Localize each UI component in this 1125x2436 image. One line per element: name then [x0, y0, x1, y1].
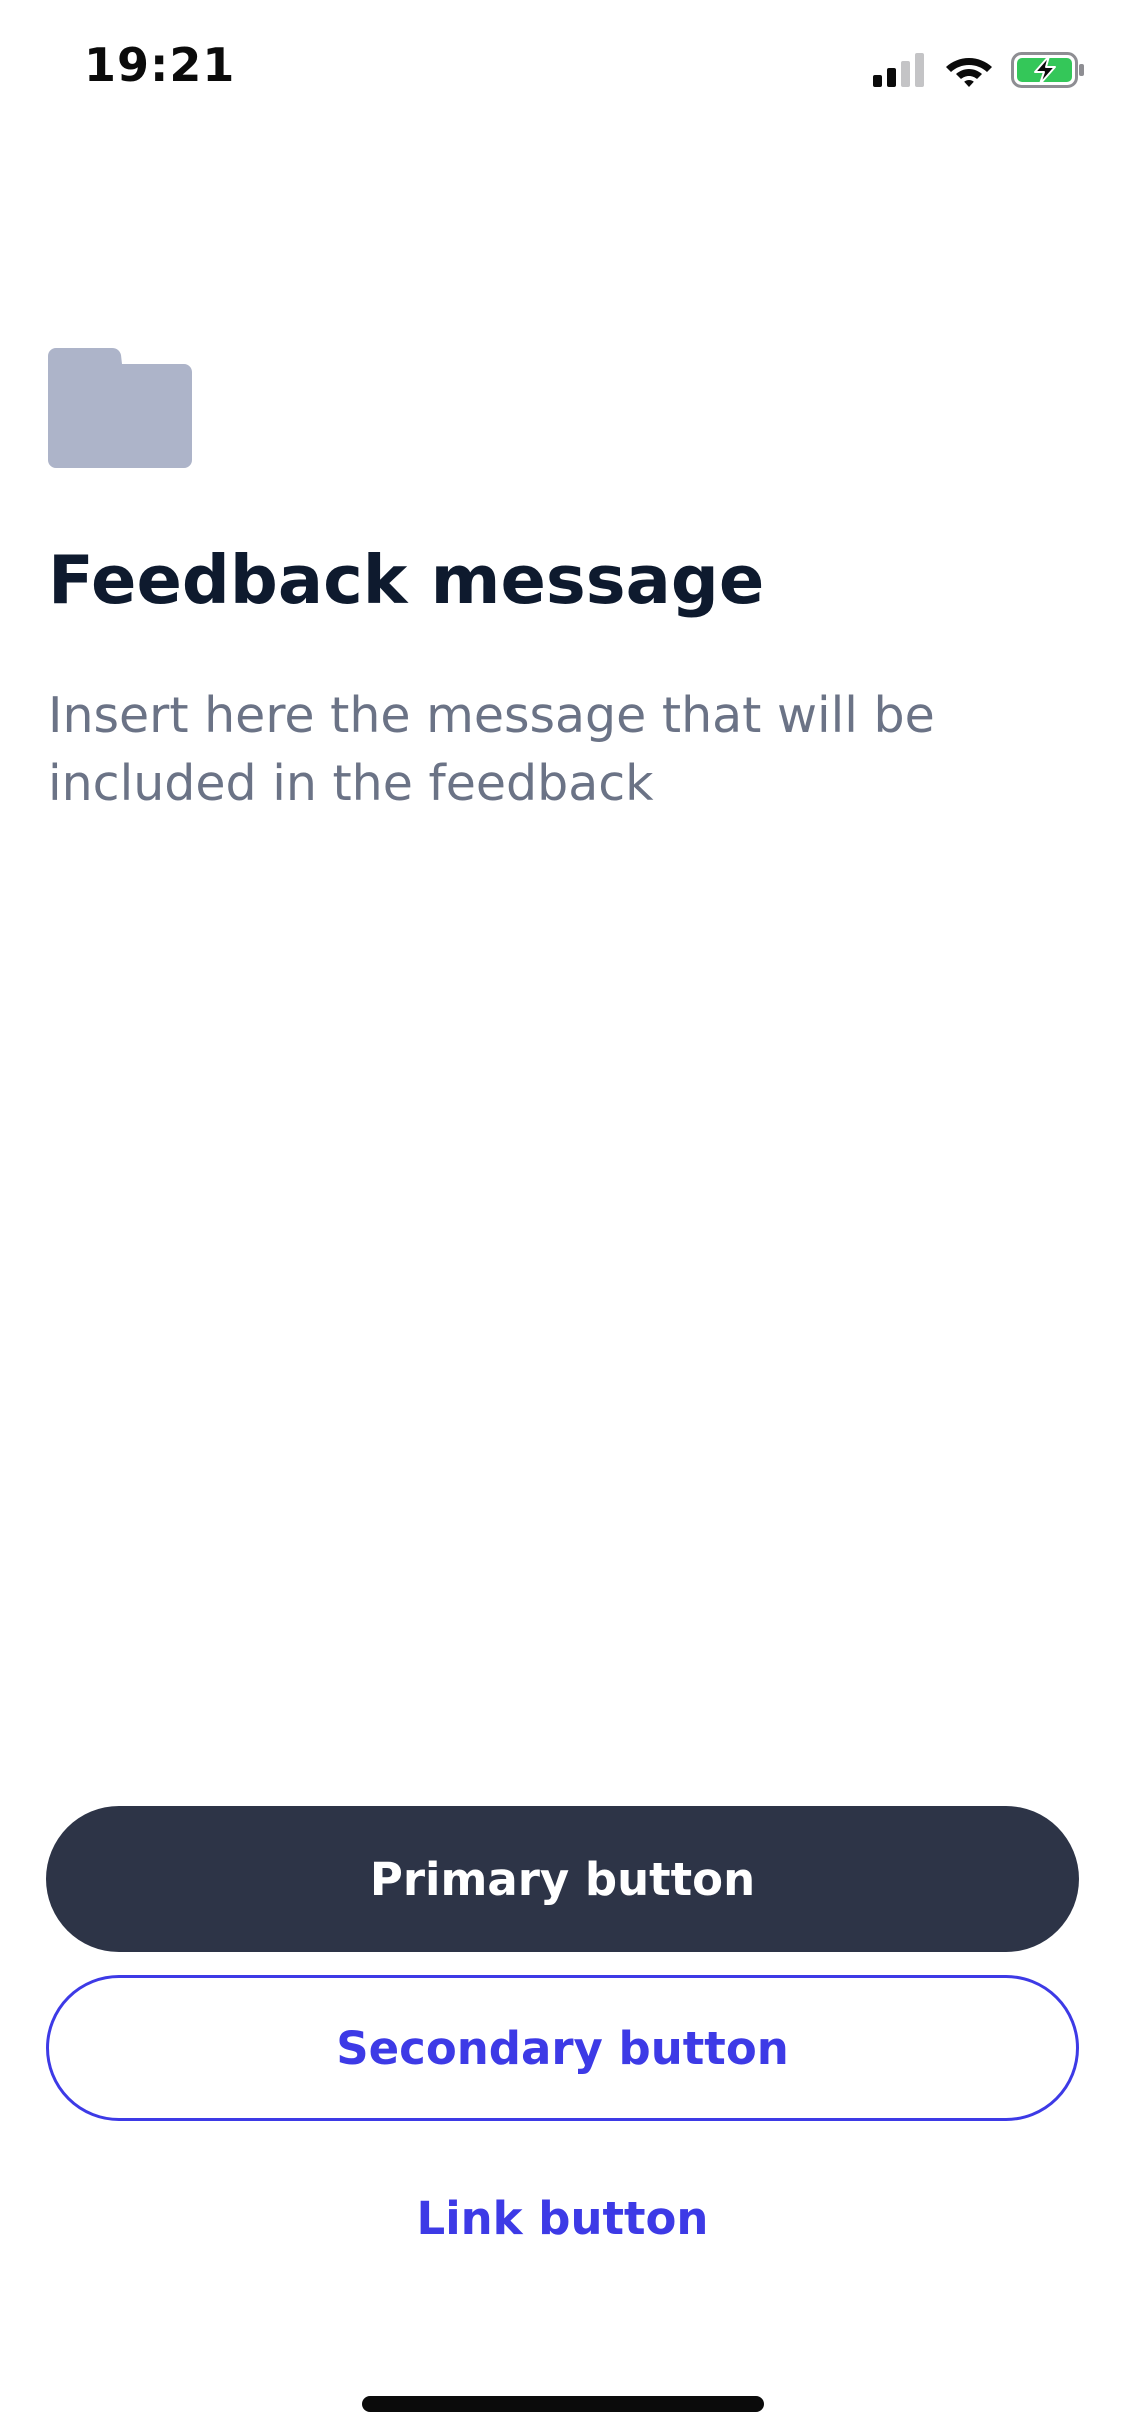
wifi-icon: [946, 58, 992, 87]
status-time: 19:21: [84, 38, 236, 92]
status-bar: 19:21: [0, 0, 1125, 140]
primary-button[interactable]: Primary button: [46, 1806, 1079, 1952]
link-button[interactable]: Link button: [46, 2176, 1079, 2260]
secondary-button[interactable]: Secondary button: [46, 1975, 1079, 2121]
home-indicator[interactable]: [362, 2396, 764, 2412]
feedback-message: Insert here the message that will be inc…: [48, 687, 935, 812]
feedback-title: Feedback message: [48, 541, 765, 619]
folder-icon: [48, 348, 192, 468]
status-icons: [871, 48, 1085, 92]
battery-charging-icon: [1011, 52, 1084, 88]
cellular-signal-icon: [873, 53, 924, 87]
